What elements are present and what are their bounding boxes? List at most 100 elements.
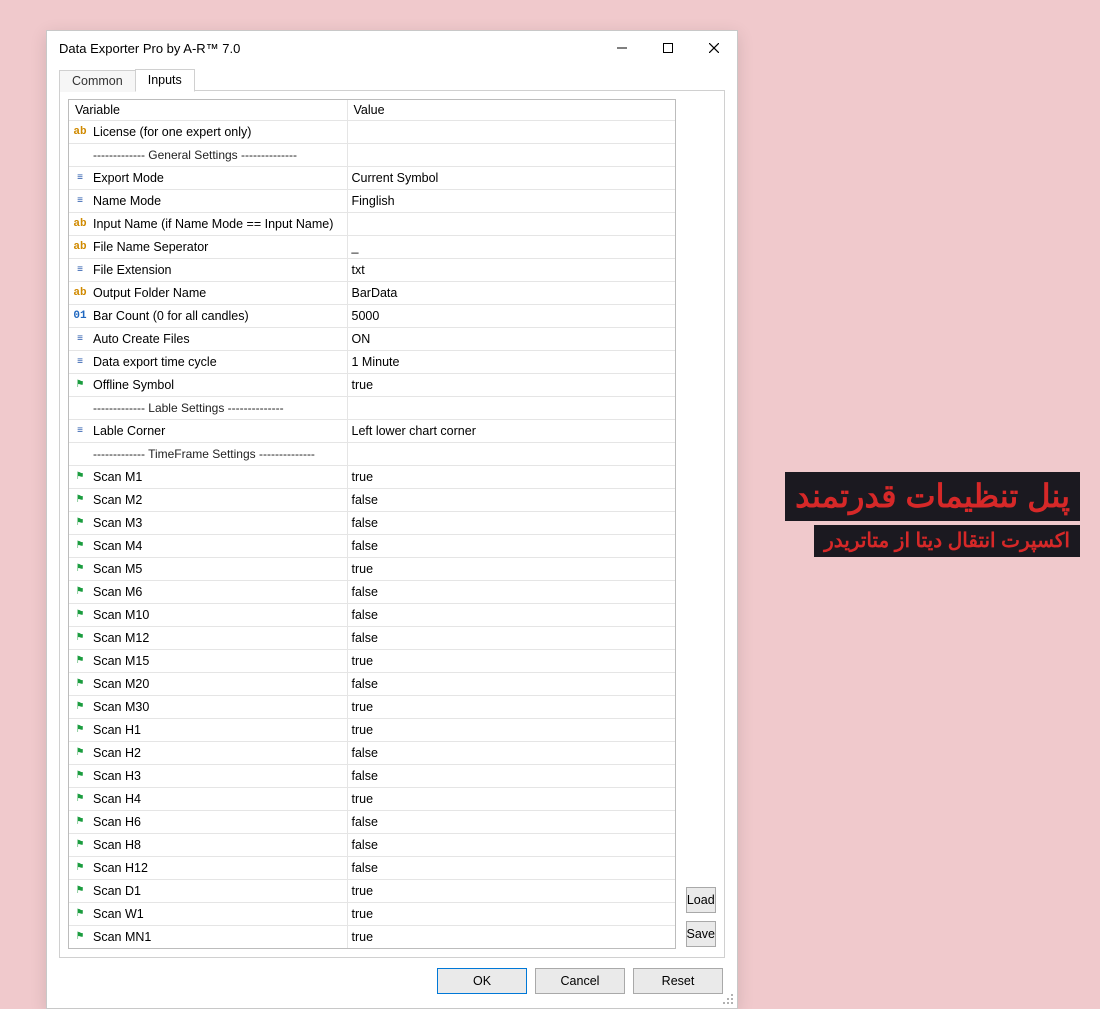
table-row[interactable]: ⚑Offline Symboltrue bbox=[69, 374, 675, 397]
table-row[interactable]: abLicense (for one expert only) bbox=[69, 121, 675, 144]
variable-name: Scan M1 bbox=[93, 470, 142, 484]
variable-value[interactable]: Current Symbol bbox=[347, 167, 675, 190]
variable-value[interactable]: Left lower chart corner bbox=[347, 420, 675, 443]
variable-value[interactable]: 1 Minute bbox=[347, 351, 675, 374]
table-row[interactable]: ⚑Scan H2false bbox=[69, 742, 675, 765]
table-row[interactable]: ≡Export ModeCurrent Symbol bbox=[69, 167, 675, 190]
variable-value[interactable]: false bbox=[347, 512, 675, 535]
variable-value[interactable]: true bbox=[347, 903, 675, 926]
table-row[interactable]: ≡Data export time cycle1 Minute bbox=[69, 351, 675, 374]
variable-value[interactable]: true bbox=[347, 788, 675, 811]
table-row[interactable]: ⚑Scan M6false bbox=[69, 581, 675, 604]
tab-common[interactable]: Common bbox=[59, 70, 136, 92]
table-row[interactable]: ≡File Extensiontxt bbox=[69, 259, 675, 282]
table-row[interactable]: ⚑Scan M3false bbox=[69, 512, 675, 535]
table-row[interactable]: ≡Name ModeFinglish bbox=[69, 190, 675, 213]
variable-value[interactable]: true bbox=[347, 719, 675, 742]
variable-value[interactable]: true bbox=[347, 466, 675, 489]
load-button[interactable]: Load bbox=[686, 887, 717, 913]
variable-name: Scan H1 bbox=[93, 723, 141, 737]
table-row[interactable]: ⚑Scan H8false bbox=[69, 834, 675, 857]
variable-name: Bar Count (0 for all candles) bbox=[93, 309, 249, 323]
table-row[interactable]: ⚑Scan M12false bbox=[69, 627, 675, 650]
side-buttons: Load Save bbox=[686, 99, 717, 949]
variable-value[interactable]: BarData bbox=[347, 282, 675, 305]
variable-value[interactable] bbox=[347, 144, 675, 167]
variable-value[interactable]: false bbox=[347, 834, 675, 857]
table-row[interactable]: ⚑Scan H6false bbox=[69, 811, 675, 834]
close-button[interactable] bbox=[691, 31, 737, 65]
variable-value[interactable]: _ bbox=[347, 236, 675, 259]
variable-value[interactable]: false bbox=[347, 765, 675, 788]
variable-value[interactable]: false bbox=[347, 581, 675, 604]
variable-value[interactable]: true bbox=[347, 558, 675, 581]
variable-name: Scan M10 bbox=[93, 608, 149, 622]
variable-value[interactable]: true bbox=[347, 880, 675, 903]
minimize-button[interactable] bbox=[599, 31, 645, 65]
table-row[interactable]: ------------- General Settings ---------… bbox=[69, 144, 675, 167]
variable-value[interactable]: false bbox=[347, 742, 675, 765]
variable-name: Scan W1 bbox=[93, 907, 144, 921]
bool-icon: ⚑ bbox=[73, 380, 87, 390]
table-row[interactable]: ⚑Scan M4false bbox=[69, 535, 675, 558]
table-row[interactable]: ≡Auto Create FilesON bbox=[69, 328, 675, 351]
col-value[interactable]: Value bbox=[347, 100, 675, 121]
table-row[interactable]: ⚑Scan H1true bbox=[69, 719, 675, 742]
inputs-grid[interactable]: Variable Value abLicense (for one expert… bbox=[68, 99, 676, 949]
table-row[interactable]: abInput Name (if Name Mode == Input Name… bbox=[69, 213, 675, 236]
variable-value[interactable]: true bbox=[347, 650, 675, 673]
variable-value[interactable]: true bbox=[347, 696, 675, 719]
table-row[interactable]: ⚑Scan M5true bbox=[69, 558, 675, 581]
variable-value[interactable]: 5000 bbox=[347, 305, 675, 328]
variable-value[interactable]: false bbox=[347, 811, 675, 834]
table-row[interactable]: ⚑Scan H12false bbox=[69, 857, 675, 880]
bool-icon: ⚑ bbox=[73, 564, 87, 574]
table-row[interactable]: ⚑Scan H3false bbox=[69, 765, 675, 788]
table-row[interactable]: ⚑Scan M15true bbox=[69, 650, 675, 673]
variable-value[interactable]: false bbox=[347, 857, 675, 880]
table-row[interactable]: ⚑Scan M30true bbox=[69, 696, 675, 719]
table-row[interactable]: ⚑Scan D1true bbox=[69, 880, 675, 903]
variable-value[interactable]: false bbox=[347, 535, 675, 558]
table-row[interactable]: ------------- TimeFrame Settings -------… bbox=[69, 443, 675, 466]
table-row[interactable]: abOutput Folder NameBarData bbox=[69, 282, 675, 305]
variable-value[interactable]: false bbox=[347, 673, 675, 696]
table-row[interactable]: ⚑Scan M2false bbox=[69, 489, 675, 512]
variable-value[interactable]: false bbox=[347, 489, 675, 512]
variable-value[interactable]: false bbox=[347, 604, 675, 627]
variable-value[interactable] bbox=[347, 443, 675, 466]
table-row[interactable]: ⚑Scan M1true bbox=[69, 466, 675, 489]
col-variable[interactable]: Variable bbox=[69, 100, 347, 121]
variable-name: Scan M12 bbox=[93, 631, 149, 645]
table-row[interactable]: ------------- Lable Settings -----------… bbox=[69, 397, 675, 420]
variable-value[interactable]: false bbox=[347, 627, 675, 650]
maximize-button[interactable] bbox=[645, 31, 691, 65]
variable-value[interactable]: true bbox=[347, 926, 675, 949]
save-button[interactable]: Save bbox=[686, 921, 717, 947]
table-row[interactable]: ⚑Scan MN1true bbox=[69, 926, 675, 949]
table-row[interactable]: 01Bar Count (0 for all candles)5000 bbox=[69, 305, 675, 328]
table-row[interactable]: ⚑Scan M10false bbox=[69, 604, 675, 627]
reset-button[interactable]: Reset bbox=[633, 968, 723, 994]
tab-inputs[interactable]: Inputs bbox=[135, 69, 195, 92]
table-row[interactable]: abFile Name Seperator_ bbox=[69, 236, 675, 259]
table-row[interactable]: ⚑Scan H4true bbox=[69, 788, 675, 811]
bool-icon: ⚑ bbox=[73, 541, 87, 551]
table-row[interactable]: ≡Lable CornerLeft lower chart corner bbox=[69, 420, 675, 443]
variable-name: Scan H6 bbox=[93, 815, 141, 829]
table-row[interactable]: ⚑Scan M20false bbox=[69, 673, 675, 696]
tab-content: Variable Value abLicense (for one expert… bbox=[59, 90, 725, 958]
table-row[interactable]: ⚑Scan W1true bbox=[69, 903, 675, 926]
variable-value[interactable]: true bbox=[347, 374, 675, 397]
variable-value[interactable] bbox=[347, 213, 675, 236]
resize-grip[interactable] bbox=[722, 993, 734, 1005]
variable-value[interactable] bbox=[347, 121, 675, 144]
dialog-footer: OK Cancel Reset bbox=[59, 958, 725, 996]
variable-name: ------------- General Settings ---------… bbox=[93, 148, 297, 162]
variable-value[interactable]: Finglish bbox=[347, 190, 675, 213]
ok-button[interactable]: OK bbox=[437, 968, 527, 994]
variable-value[interactable]: ON bbox=[347, 328, 675, 351]
cancel-button[interactable]: Cancel bbox=[535, 968, 625, 994]
variable-value[interactable] bbox=[347, 397, 675, 420]
variable-value[interactable]: txt bbox=[347, 259, 675, 282]
